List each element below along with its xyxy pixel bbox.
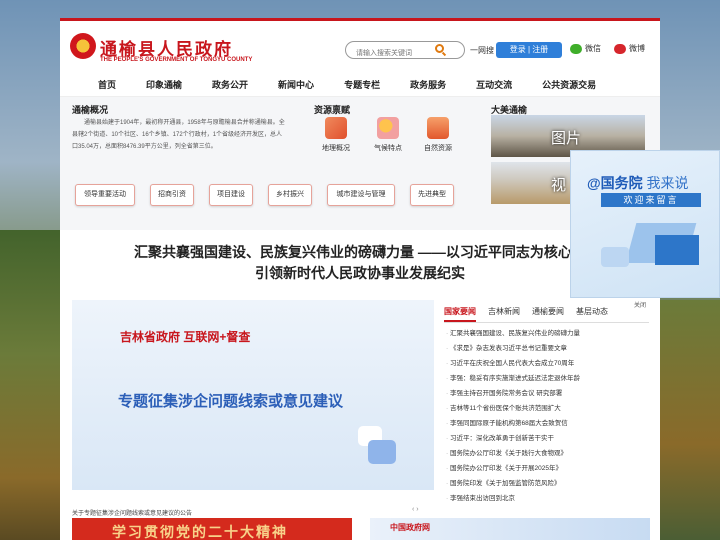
list-item[interactable]: 国务院办公厅印发《关于践行大食物观》 xyxy=(446,446,648,461)
register-link[interactable]: 注册 xyxy=(532,45,548,54)
weibo-label: 微博 xyxy=(629,44,645,53)
ad-graphic xyxy=(655,235,699,265)
quick-btn-rural[interactable]: 乡村振兴 xyxy=(268,184,312,206)
search-icon[interactable] xyxy=(435,44,444,53)
news-list: 汇聚共襄强国建设、民族复兴伟业的磅礴力量 《求是》杂志发表习近平总书记重要文章 … xyxy=(446,326,648,506)
banner-title-blue: 专题征集涉企问题线索或意见建议 xyxy=(118,393,344,410)
one-search-link[interactable]: 一网搜 xyxy=(470,45,494,56)
tab-grassroots[interactable]: 基层动态 xyxy=(576,304,608,322)
floating-ad[interactable]: @国务院 我来说 欢迎来留言 xyxy=(570,150,720,298)
wechat-link[interactable]: 微信 xyxy=(570,43,601,54)
quick-btn-leaders[interactable]: 领导重要活动 xyxy=(75,184,135,206)
nav-item-services[interactable]: 政务服务 xyxy=(410,73,446,96)
party-banner[interactable]: 学习贯彻党的二十大精神 xyxy=(72,518,352,540)
ad-subtitle: 欢迎来留言 xyxy=(601,193,701,207)
layers-icon xyxy=(325,117,347,139)
list-item[interactable]: 汇聚共襄强国建设、民族复兴伟业的磅礴力量 xyxy=(446,326,648,341)
banner-title-red: 吉林省政府 互联网+督查 xyxy=(120,330,251,344)
wechat-label: 微信 xyxy=(585,44,601,53)
tab-jilin-news[interactable]: 吉林新闻 xyxy=(488,304,520,322)
overview-text: 通榆县始建于1904年，最初称开通县，1958年与原瞻榆县合并称通榆县。全县辖2… xyxy=(72,120,285,150)
nav-item-home[interactable]: 首页 xyxy=(98,73,116,96)
main-nav: 首页 印象通榆 政务公开 新闻中心 专题专栏 政务服务 互动交流 公共资源交易 xyxy=(60,73,660,97)
ad-title: @国务院 我来说 xyxy=(587,173,689,193)
video-label: 视 xyxy=(551,177,567,194)
news-tabs: 国家要闻 吉林新闻 通榆要闻 基层动态 xyxy=(444,304,620,322)
national-emblem-icon xyxy=(70,33,96,59)
weibo-link[interactable]: 微博 xyxy=(614,43,645,54)
resource-geography[interactable]: 地理概况 xyxy=(316,117,356,153)
list-item[interactable]: 习近平在庆祝全国人民代表大会成立70周年 xyxy=(446,356,648,371)
background-scenery-right xyxy=(660,300,720,540)
nav-item-topics[interactable]: 专题专栏 xyxy=(344,73,380,96)
list-item[interactable]: 吉林等11个省份医保个账共济范围扩大 xyxy=(446,401,648,416)
ad-close-button[interactable]: 关闭 xyxy=(632,300,649,309)
login-register-button[interactable]: 登录 | 注册 xyxy=(496,42,562,58)
weibo-icon xyxy=(614,43,626,54)
photo-label: 图片 xyxy=(551,130,582,147)
site-name-en: THE PEOPLE'S GOVERNMENT OF TONGYU COUNTY xyxy=(100,57,253,63)
list-item[interactable]: 李强同国际原子能机构第68届大会致贺信 xyxy=(446,416,648,431)
overview-title[interactable]: 通榆概况 xyxy=(72,103,108,116)
list-item[interactable]: 习近平：深化改革勇于创新苦干实干 xyxy=(446,431,648,446)
nav-item-impression[interactable]: 印象通榆 xyxy=(146,73,182,96)
list-item[interactable]: 李强：稳妥有序实施渐进式延迟法定退休年龄 xyxy=(446,371,648,386)
wechat-icon xyxy=(570,43,582,54)
chat-bubble-icon xyxy=(368,440,396,464)
banner-arrows[interactable]: ‹ › xyxy=(412,506,419,513)
nav-item-news[interactable]: 新闻中心 xyxy=(278,73,314,96)
tab-divider xyxy=(444,322,649,323)
tab-national-news[interactable]: 国家要闻 xyxy=(444,304,476,322)
search-box[interactable] xyxy=(345,41,465,62)
list-item[interactable]: 国务院办公厅印发《关于开展2025年》 xyxy=(446,461,648,476)
party-banner-text: 学习贯彻党的二十大精神 xyxy=(112,524,288,540)
resource-nature[interactable]: 自然资源 xyxy=(418,117,458,153)
resources-title[interactable]: 资源禀赋 xyxy=(314,103,350,116)
quick-btn-projects[interactable]: 项目建设 xyxy=(209,184,253,206)
list-item[interactable]: 李强主持召开国务院常务会议 研究部署 xyxy=(446,386,648,401)
site-header: 通榆县人民政府 THE PEOPLE'S GOVERNMENT OF TONGY… xyxy=(60,21,660,73)
list-item[interactable]: 国务院印发《关于加强监管防范风险》 xyxy=(446,476,648,491)
gov-site-text: 中国政府网 xyxy=(390,523,430,532)
resource-label: 地理概况 xyxy=(322,145,350,152)
login-link[interactable]: 登录 xyxy=(510,45,526,54)
banner-caption[interactable]: 关于专题征集涉企问题线索或意见建议的公告 xyxy=(72,508,192,517)
nav-item-interaction[interactable]: 互动交流 xyxy=(476,73,512,96)
ad-graphic xyxy=(601,247,629,267)
background-scenery-left xyxy=(0,230,60,540)
feature-banner[interactable]: 吉林省政府 互联网+督查 专题征集涉企问题线索或意见建议 xyxy=(72,300,434,490)
ad-title-rest: 我来说 xyxy=(646,175,689,191)
list-item[interactable]: 《求是》杂志发表习近平总书记重要文章 xyxy=(446,341,648,356)
nav-item-gov-affairs[interactable]: 政务公开 xyxy=(212,73,248,96)
ad-title-at: @国务院 xyxy=(587,175,643,191)
resource-label: 气候特点 xyxy=(374,145,402,152)
tree-icon xyxy=(427,117,449,139)
nav-item-public-resources[interactable]: 公共资源交易 xyxy=(542,73,596,96)
quick-btn-investment[interactable]: 招商引资 xyxy=(150,184,194,206)
weather-icon xyxy=(377,117,399,139)
quick-btn-urban[interactable]: 城市建设与管理 xyxy=(327,184,395,206)
resource-label: 自然资源 xyxy=(424,145,452,152)
tab-tongyu-news[interactable]: 通榆要闻 xyxy=(532,304,564,322)
gov-site-banner[interactable]: 中国政府网 xyxy=(370,518,650,540)
resource-climate[interactable]: 气候特点 xyxy=(368,117,408,153)
list-item[interactable]: 李强结束出访回到北京 xyxy=(446,491,648,506)
quick-btn-models[interactable]: 先进典型 xyxy=(410,184,454,206)
search-input[interactable] xyxy=(356,45,446,62)
